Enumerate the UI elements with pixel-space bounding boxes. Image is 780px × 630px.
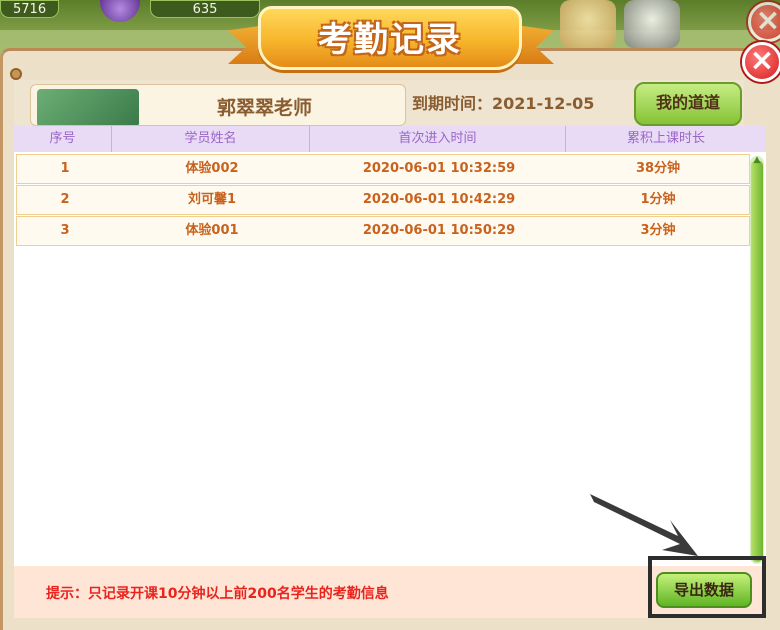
close-button[interactable]: × [742,42,780,82]
cell-name: 体验002 [185,161,239,176]
due-date: 到期时间：2021-12-05 [412,94,595,113]
cell-index: 1 [60,161,70,176]
cell-duration: 1分钟 [640,192,676,207]
scroll-up-icon[interactable]: ▲ [752,155,762,165]
table-row[interactable]: 1 体验002 2020-06-01 10:32:59 38分钟 [16,154,750,184]
my-props-button[interactable]: 我的道道 [634,82,742,126]
dialog-title: 考勤记录 [318,20,462,60]
cell-first-entry: 2020-06-01 10:42:29 [362,192,516,207]
resource-counter-2: 635 [150,0,260,18]
header-index: 序号 [14,126,112,152]
cell-duration: 38分钟 [635,161,681,176]
background-close-icon: × [748,2,780,42]
resource-counter-1: 5716 [0,0,60,18]
teacher-card: 郭翠翠老师 [30,84,406,126]
table-row[interactable]: 2 刘可馨1 2020-06-01 10:42:29 1分钟 [16,185,750,215]
gift-icon [560,0,616,48]
pointer-arrow-icon [590,494,698,556]
cell-name: 刘可馨1 [187,192,237,207]
dialog-handle-icon [10,68,22,80]
cell-index: 3 [60,223,70,238]
table-body: 1 体验002 2020-06-01 10:32:59 38分钟 2 刘可馨1 … [16,154,750,247]
cell-index: 2 [60,192,70,207]
scrollbar-thumb[interactable] [751,160,763,562]
table-row[interactable]: 3 体验001 2020-06-01 10:50:29 3分钟 [16,216,750,246]
avatar [37,89,139,125]
character-icon [624,0,680,48]
header-student-name: 学员姓名 [112,126,310,152]
cell-first-entry: 2020-06-01 10:50:29 [362,223,516,238]
teacher-name: 郭翠翠老师 [217,97,313,119]
cell-duration: 3分钟 [640,223,676,238]
cell-name: 体验001 [185,223,239,238]
header-duration: 累积上课时长 [626,131,705,146]
header-first-entry: 首次进入时间 [310,126,566,152]
table-header: 序号 学员姓名 首次进入时间 累积上课时长 [14,126,766,152]
tip-text: 提示：只记录开课10分钟以上前200名学生的考勤信息 [46,586,389,602]
highlight-box [648,556,766,618]
cell-first-entry: 2020-06-01 10:32:59 [362,161,516,176]
